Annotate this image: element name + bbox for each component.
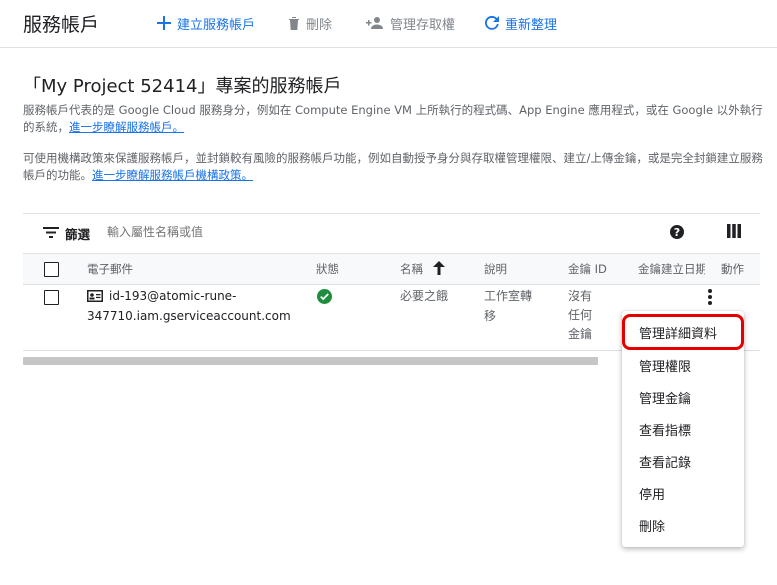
- menu-item-delete[interactable]: 刪除: [639, 516, 665, 535]
- menu-item-manage-permissions[interactable]: 管理權限: [639, 356, 691, 375]
- help-icon[interactable]: ?: [669, 224, 685, 240]
- filter-icon[interactable]: [43, 227, 59, 238]
- learn-more-org-policy-link[interactable]: 進一步瞭解服務帳戶機構政策。: [92, 168, 253, 182]
- row-checkbox[interactable]: [44, 290, 59, 305]
- column-description[interactable]: 說明: [484, 261, 507, 277]
- delete-label: 刪除: [306, 17, 333, 33]
- column-name[interactable]: 名稱: [400, 261, 423, 277]
- select-all-checkbox[interactable]: [44, 262, 59, 277]
- sort-ascending-icon[interactable]: [433, 261, 445, 275]
- column-actions: 動作: [721, 262, 744, 276]
- create-service-account-button[interactable]: 建立服務帳戶: [157, 13, 255, 33]
- column-key-created-label: 金鑰建立日期: [638, 262, 705, 276]
- enabled-status-icon: [317, 289, 332, 304]
- column-key-id[interactable]: 金鑰 ID: [568, 261, 607, 277]
- description-line-2: 移: [484, 309, 497, 323]
- learn-more-service-accounts-link[interactable]: 進一步瞭解服務帳戶。: [69, 120, 184, 134]
- email-line-1[interactable]: id-193@atomic-rune-: [109, 286, 236, 306]
- column-key-created[interactable]: 金鑰建立日期: [638, 254, 705, 284]
- delete-button[interactable]: 刪除: [288, 13, 332, 33]
- trash-icon: [289, 17, 299, 30]
- top-toolbar: 服務帳戶 建立服務帳戶 刪除 管理存取權 重新整理: [0, 0, 777, 48]
- key-id-line-3: 金鑰: [568, 327, 593, 341]
- menu-item-view-logs[interactable]: 查看記錄: [639, 452, 691, 471]
- column-status[interactable]: 狀態: [316, 261, 339, 277]
- table-header: 電子郵件 狀態 名稱 說明 金鑰 ID 金鑰建立日期 動作: [23, 253, 760, 285]
- service-account-icon: [87, 290, 103, 302]
- refresh-label: 重新整理: [505, 17, 558, 33]
- description-line-1: 工作室轉: [484, 289, 533, 303]
- menu-item-disable[interactable]: 停用: [639, 484, 665, 503]
- description-paragraph-1: 服務帳戶代表的是 Google Cloud 服務身分，例如在 Compute E…: [23, 102, 763, 136]
- manage-access-label: 管理存取權: [390, 17, 456, 33]
- manage-access-button[interactable]: 管理存取權: [366, 13, 455, 33]
- refresh-icon: [485, 16, 499, 30]
- key-id-line-2: 任何: [568, 308, 593, 322]
- add-person-icon: [366, 17, 383, 29]
- highlight-annotation: [622, 314, 744, 350]
- filter-bar: 篩選 ?: [23, 214, 760, 252]
- account-name: 必要之餓: [400, 289, 449, 303]
- project-heading: 「My Project 52414」專案的服務帳戶: [23, 76, 342, 97]
- menu-item-view-metrics[interactable]: 查看指標: [639, 420, 691, 439]
- column-email[interactable]: 電子郵件: [87, 261, 133, 277]
- key-id-line-1: 沒有: [568, 289, 593, 303]
- plus-icon: [157, 16, 171, 30]
- filter-input[interactable]: [105, 224, 509, 240]
- svg-text:?: ?: [674, 226, 680, 239]
- column-display-icon[interactable]: [727, 224, 741, 238]
- email-line-2[interactable]: 347710.iam.gserviceaccount.com: [87, 306, 291, 326]
- refresh-button[interactable]: 重新整理: [485, 13, 557, 33]
- create-label: 建立服務帳戶: [177, 17, 256, 33]
- filter-label: 篩選: [65, 227, 91, 242]
- more-actions-icon[interactable]: [708, 289, 712, 305]
- description-paragraph-2: 可使用機構政策來保護服務帳戶，並封鎖較有風險的服務帳戶功能，例如自動授予身分與存…: [23, 150, 763, 184]
- page-title: 服務帳戶: [23, 14, 100, 36]
- horizontal-scrollbar[interactable]: [23, 357, 598, 365]
- menu-item-manage-keys[interactable]: 管理金鑰: [639, 388, 691, 407]
